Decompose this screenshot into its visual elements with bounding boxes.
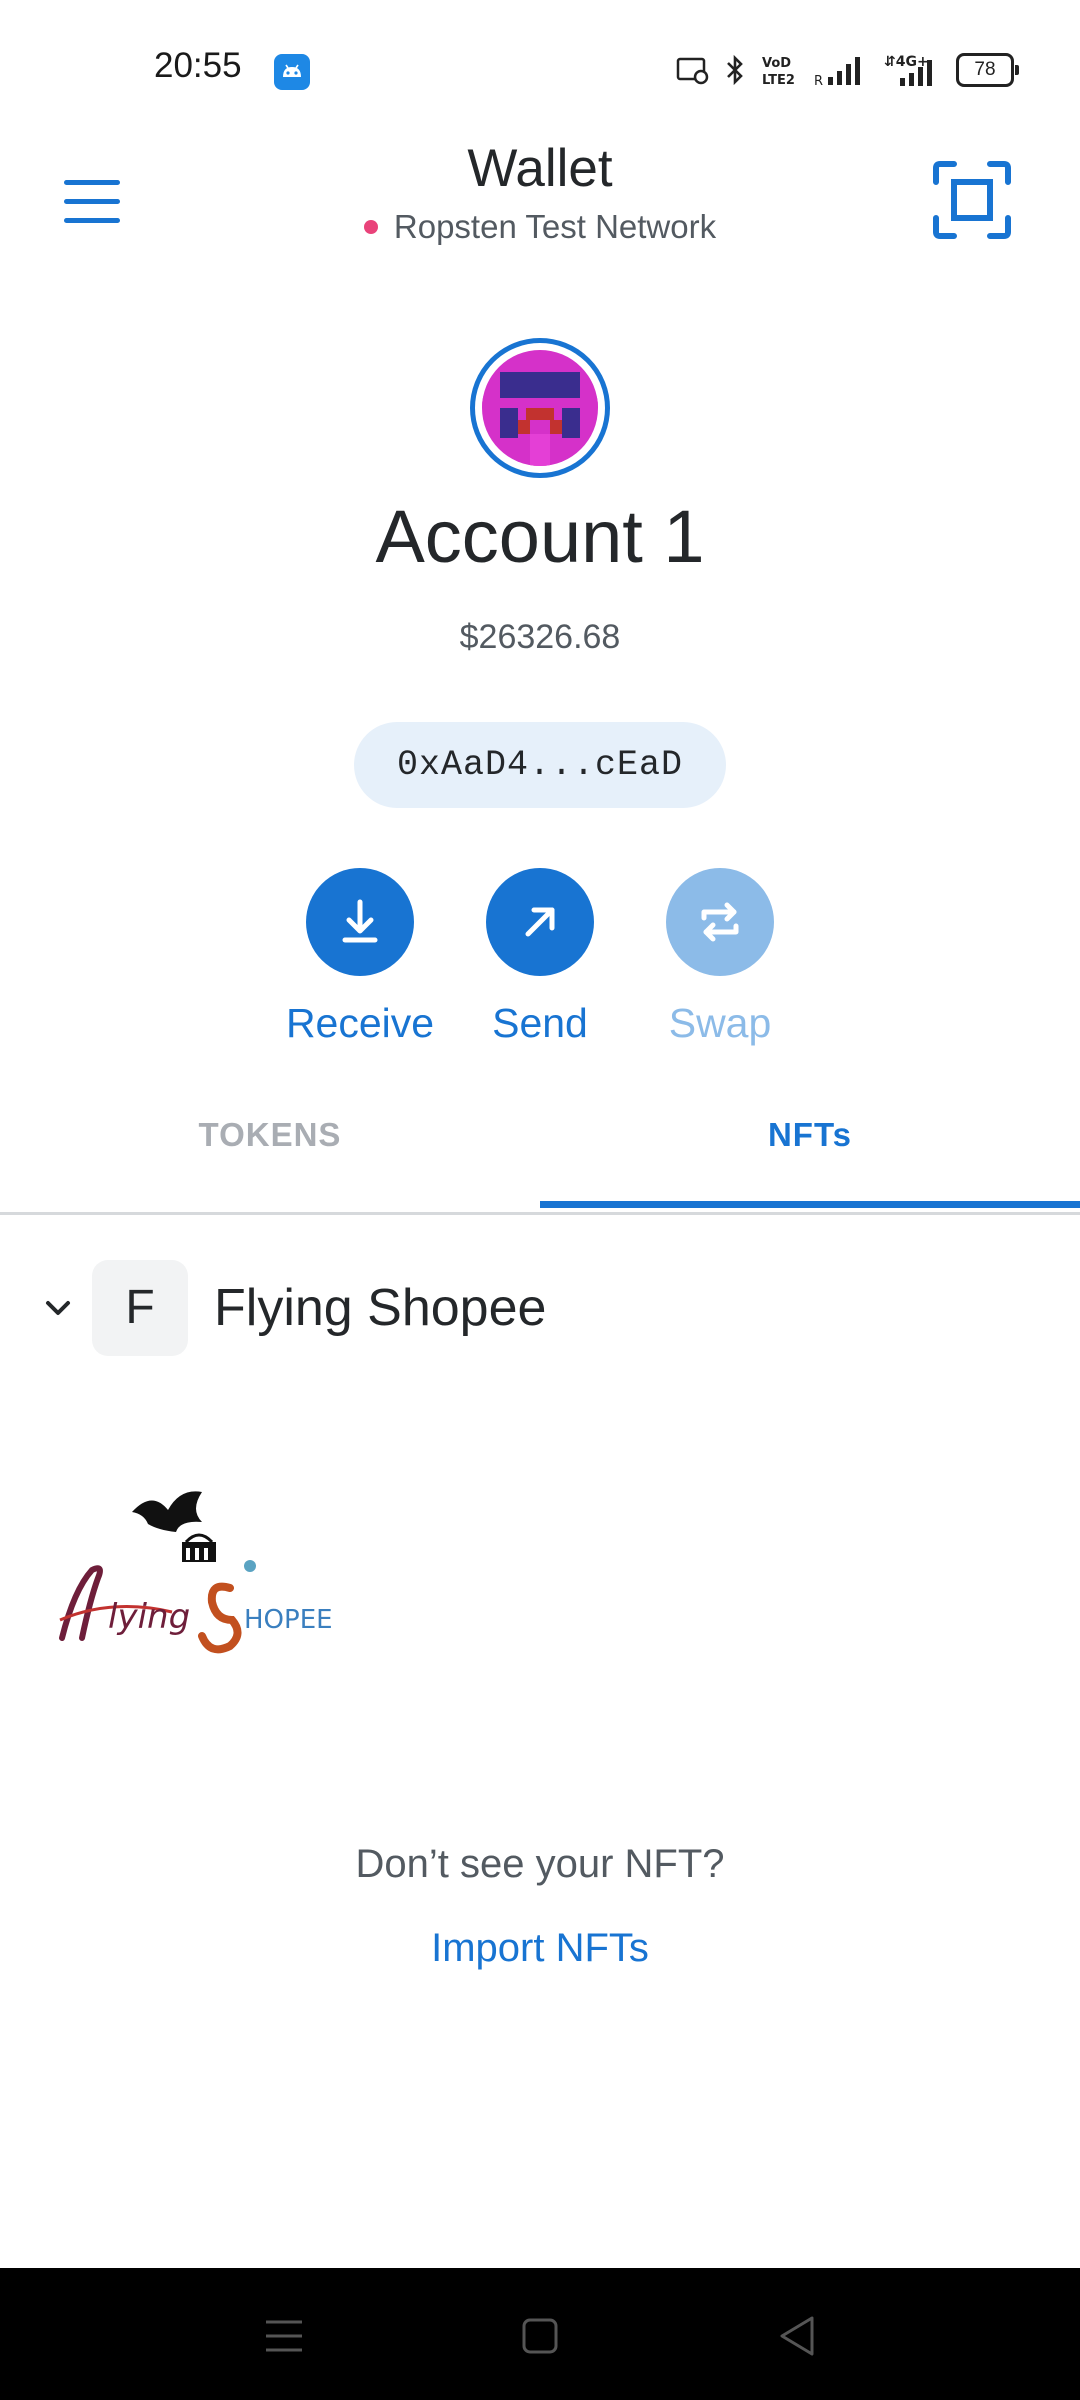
avatar — [482, 350, 598, 466]
scan-qr-icon — [933, 161, 1011, 239]
home-square-icon — [522, 2318, 558, 2354]
network-selector[interactable]: Ropsten Test Network — [0, 208, 1080, 246]
wallet-screen: 20:55 VoD LTE2 R ⇵4G+ 78 Wallet Ropsten … — [0, 0, 1080, 2400]
nft-help-text: Don’t see your NFT? — [355, 1842, 725, 1886]
menu-lines-icon — [266, 2320, 302, 2352]
logo-text-lying: lying — [108, 1597, 190, 1637]
active-tab-indicator — [540, 1201, 1080, 1208]
screen-record-icon — [676, 57, 709, 85]
account-address[interactable]: 0xAaD4...cEaD — [354, 722, 726, 808]
back-triangle-icon — [780, 2316, 814, 2356]
battery-indicator: 78 — [956, 53, 1019, 87]
arrow-up-right-icon — [525, 907, 555, 937]
status-time: 20:55 — [154, 46, 242, 85]
logo-text-hopee: HOPEE — [244, 1605, 333, 1635]
back-button[interactable] — [770, 2308, 826, 2364]
chevron-down-icon — [46, 1301, 70, 1315]
system-nav-bar — [0, 2268, 1080, 2400]
account-avatar[interactable] — [470, 338, 610, 478]
page-title: Wallet — [467, 139, 613, 198]
scan-button[interactable] — [932, 160, 1012, 240]
receive-label: Receive — [285, 1000, 435, 1046]
network-status-dot — [363, 220, 378, 234]
android-icon — [274, 54, 310, 90]
home-button[interactable] — [512, 2308, 568, 2364]
collection-toggle[interactable] — [40, 1290, 76, 1326]
status-icons: VoD LTE2 R ⇵4G+ 78 — [676, 50, 1019, 90]
download-icon — [342, 899, 378, 943]
tab-nfts[interactable]: NFTs — [540, 1100, 1080, 1212]
svg-text:R: R — [814, 74, 823, 87]
collection-icon: F — [92, 1260, 188, 1356]
volte-icon: VoD LTE2 — [762, 56, 795, 87]
account-name[interactable]: Account 1 — [0, 494, 1080, 579]
asset-tabs: TOKENS NFTs — [0, 1100, 1080, 1215]
collection-name[interactable]: Flying Shopee — [214, 1278, 546, 1338]
network-label: Ropsten Test Network — [393, 208, 717, 245]
bluetooth-icon — [727, 54, 743, 86]
swap-label: Swap — [668, 1000, 772, 1046]
import-nfts-link[interactable]: Import NFTs — [0, 1926, 1080, 1971]
recents-button[interactable] — [256, 2308, 312, 2364]
tab-tokens[interactable]: TOKENS — [0, 1100, 540, 1212]
send-label: Send — [492, 1000, 588, 1046]
swap-button[interactable]: Swap — [630, 868, 810, 1047]
send-button[interactable]: Send — [450, 868, 630, 1047]
svg-text:LTE2: LTE2 — [762, 73, 795, 87]
svg-text:VoD: VoD — [762, 56, 791, 71]
signal-4g-icon: ⇵4G+ — [884, 54, 932, 86]
swap-arrows-icon — [701, 902, 739, 942]
status-bar: 20:55 VoD LTE2 R ⇵4G+ 78 — [0, 0, 1080, 110]
receive-button[interactable]: Receive — [270, 868, 450, 1047]
nft-thumbnail[interactable]: lying HOPEE — [52, 1470, 372, 1670]
signal-roaming-icon: R — [814, 57, 860, 87]
account-balance: $26326.68 — [459, 618, 621, 656]
flying-shopee-logo: lying HOPEE — [59, 1491, 333, 1654]
